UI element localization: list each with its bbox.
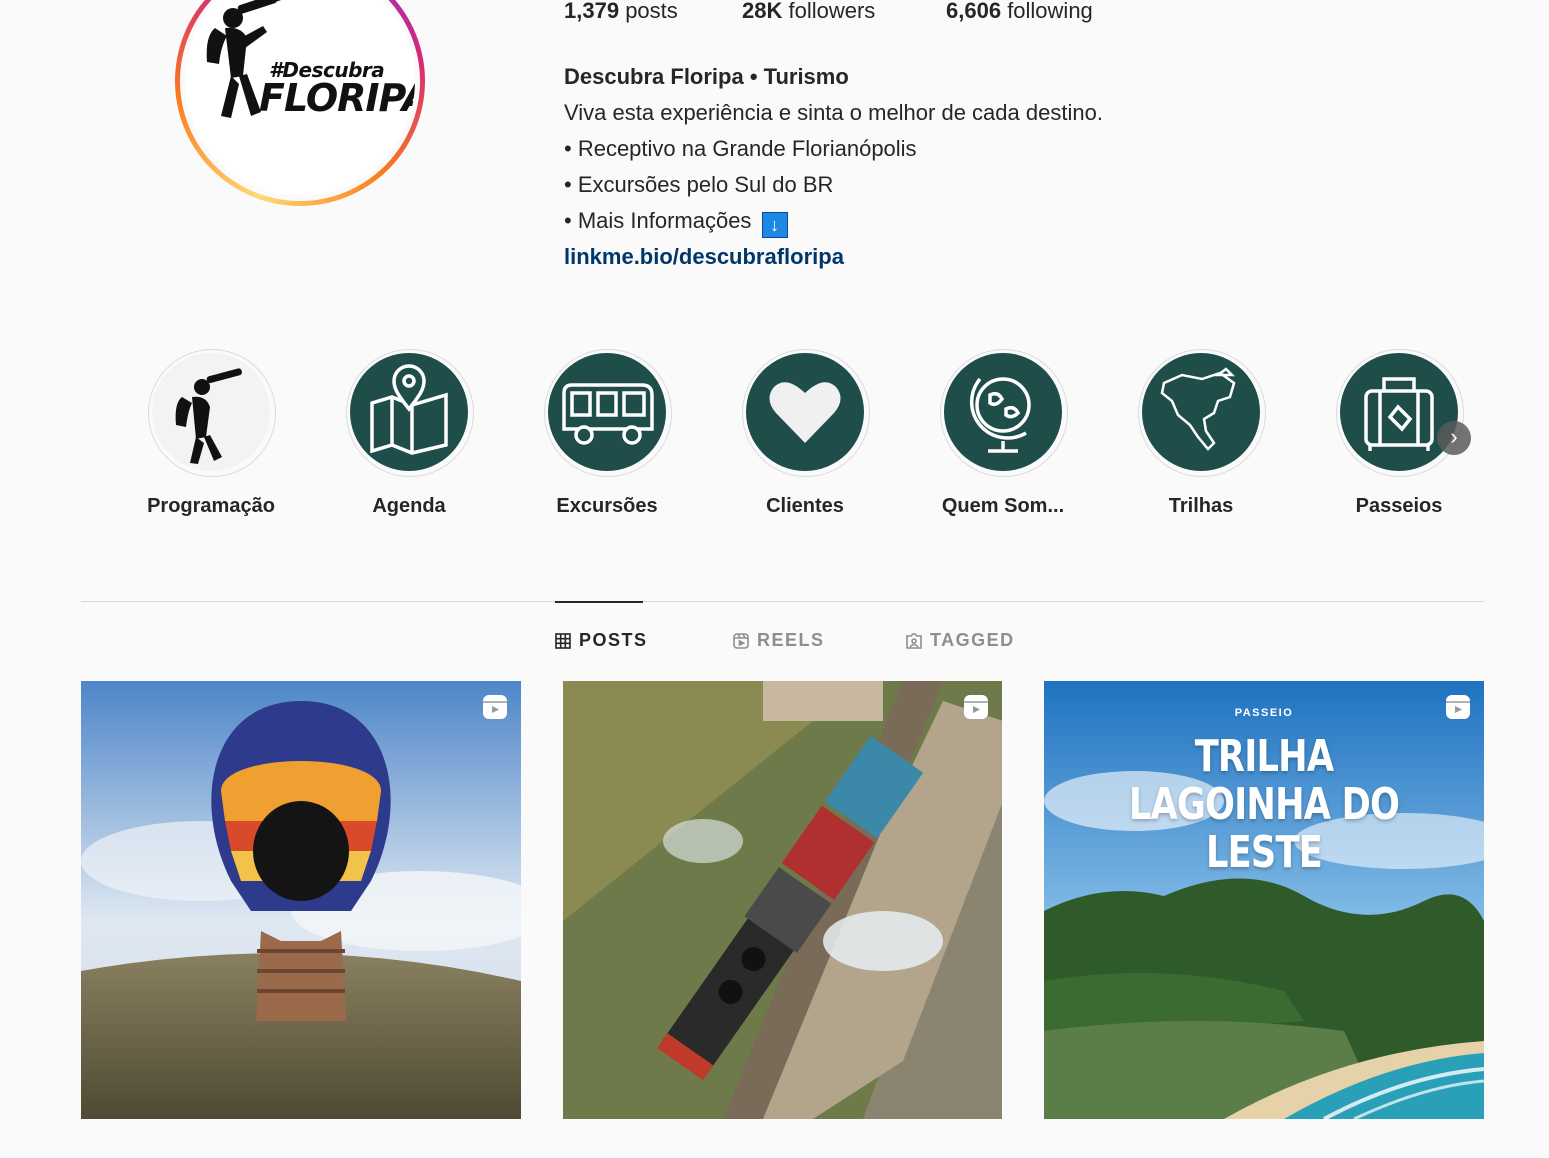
highlight-label: Quem Som... — [941, 495, 1065, 517]
bus-icon — [562, 383, 654, 445]
balloon-photo — [81, 681, 521, 1119]
map-pin-icon — [370, 364, 448, 455]
globe-icon — [969, 377, 1031, 453]
post-title-line1: TRILHA — [1194, 731, 1334, 782]
bio-line-3: • Excursões pelo Sul do BR — [564, 172, 834, 197]
tab-posts[interactable]: POSTS — [555, 630, 648, 651]
north-america-map-icon — [1160, 367, 1236, 451]
followers-link[interactable]: 28K followers — [742, 0, 875, 24]
reel-icon — [483, 695, 507, 719]
posts-count: 1,379 — [564, 0, 620, 23]
reel-icon — [964, 695, 988, 719]
bio-line-2: • Receptivo na Grande Florianópolis — [564, 136, 917, 161]
highlight-cover — [944, 353, 1062, 471]
down-arrow-emoji-icon: ↓ — [761, 212, 788, 238]
hiker-binoculars-icon — [175, 368, 242, 464]
highlight-label: Passeios — [1355, 495, 1443, 517]
post-3[interactable]: PASSEIO TRILHA LAGOINHA DO LESTE — [1044, 681, 1484, 1119]
followers-label: followers — [788, 0, 876, 23]
bio-line-1: Viva esta experiência e sinta o melhor d… — [564, 100, 1103, 125]
post-tag: PASSEIO — [1234, 707, 1294, 719]
following-link[interactable]: 6,606 following — [946, 0, 1093, 24]
highlight-cover — [548, 353, 666, 471]
profile-full-name: Descubra Floripa • Turismo — [564, 64, 849, 89]
highlight-cover — [1142, 353, 1260, 471]
highlight-cover — [350, 353, 468, 471]
bio-line-4: • Mais Informações — [564, 208, 752, 233]
posts-stat: 1,379 posts — [564, 0, 678, 24]
tab-tagged[interactable]: TAGGED — [906, 630, 1015, 651]
highlight-label: Clientes — [766, 495, 844, 517]
profile-avatar-ring[interactable]: #Descubra FLORIPA — [175, 0, 425, 206]
highlight-label: Trilhas — [1168, 495, 1234, 517]
tagged-icon — [906, 633, 922, 649]
highlight-cover — [152, 353, 270, 471]
post-title-line2: LAGOINHA DO LESTE — [1128, 779, 1400, 878]
active-tab-indicator — [555, 601, 643, 603]
bio-link[interactable]: linkme.bio/descubrafloripa — [564, 244, 844, 270]
post-1[interactable] — [81, 681, 521, 1119]
heart-icon — [769, 382, 841, 443]
suitcase-icon — [1364, 377, 1434, 451]
tab-reels-label: REELS — [757, 630, 825, 650]
tab-tagged-label: TAGGED — [930, 630, 1015, 650]
following-count: 6,606 — [946, 0, 1002, 23]
tab-reels[interactable]: REELS — [733, 630, 825, 651]
following-label: following — [1007, 0, 1093, 23]
highlight-label: Excursões — [556, 495, 658, 517]
avatar-logo-line2: FLORIPA — [259, 76, 415, 120]
posts-label: posts — [625, 0, 678, 23]
tab-posts-label: POSTS — [579, 630, 648, 650]
highlight-label: Agenda — [372, 495, 446, 517]
followers-count: 28K — [742, 0, 783, 23]
highlight-cover — [1340, 353, 1458, 471]
highlight-cover — [746, 353, 864, 471]
tabs-divider — [81, 601, 1484, 602]
highlights-next-button[interactable]: › — [1437, 421, 1471, 455]
grid-icon — [555, 633, 571, 649]
reel-icon — [1446, 695, 1470, 719]
highlight-label: Programação — [147, 495, 275, 517]
reels-icon — [733, 633, 749, 649]
train-photo — [563, 681, 1002, 1119]
profile-avatar[interactable]: #Descubra FLORIPA — [185, 0, 415, 196]
post-title: TRILHA LAGOINHA DO LESTE — [1088, 733, 1440, 877]
bio-line-4-wrap: • Mais Informações ↓ — [564, 208, 788, 238]
post-2[interactable] — [563, 681, 1002, 1119]
